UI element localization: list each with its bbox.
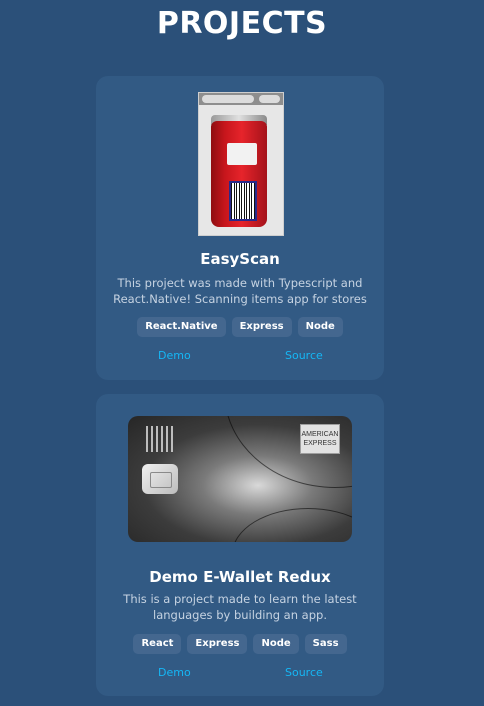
tag: React.Native [137, 317, 226, 337]
page-title: PROJECTS [156, 6, 328, 41]
chip-contacts [150, 472, 172, 488]
project-card-easyscan: EasyScan This project was made with Type… [96, 76, 384, 380]
tag: Node [297, 317, 343, 337]
amex-logo: AMERICAN EXPRESS [300, 424, 340, 454]
barcode-icon [229, 181, 257, 221]
tag: Sass [304, 634, 347, 654]
demo-link[interactable]: Demo [158, 666, 191, 679]
scan-button-shape [259, 95, 280, 103]
source-link[interactable]: Source [285, 666, 323, 679]
tag-list: React Express Node Sass [96, 634, 384, 654]
tag: Express [187, 634, 248, 654]
project-thumbnail-easyscan [198, 92, 284, 236]
project-title: Demo E-Wallet Redux [149, 568, 331, 586]
project-description: This project was made with Typescript an… [113, 276, 367, 306]
project-description: This is a project made to learn the late… [123, 592, 357, 622]
can-label [227, 143, 257, 165]
demo-link[interactable]: Demo [158, 349, 191, 362]
project-title: EasyScan [200, 250, 280, 268]
tag-list: React.Native Express Node [96, 317, 384, 337]
tag: React [133, 634, 182, 654]
tag: Node [253, 634, 299, 654]
search-field [202, 95, 254, 103]
project-thumbnail-e-wallet: AMERICAN EXPRESS [128, 416, 352, 542]
contactless-icon [146, 426, 174, 452]
project-card-e-wallet: AMERICAN EXPRESS Demo E-Wallet Redux Thi… [96, 394, 384, 696]
card-swoosh [232, 508, 352, 542]
tag: Express [231, 317, 292, 337]
source-link[interactable]: Source [285, 349, 323, 362]
